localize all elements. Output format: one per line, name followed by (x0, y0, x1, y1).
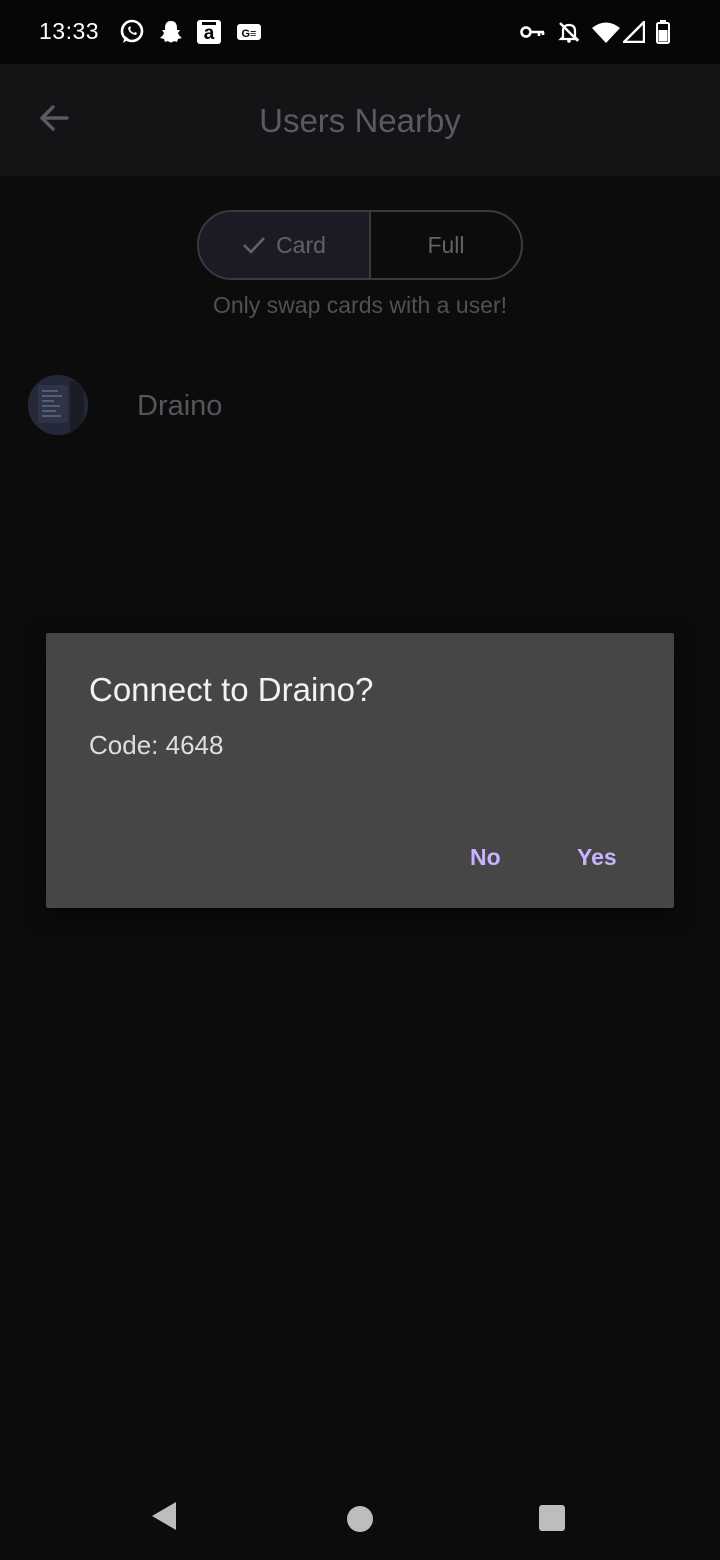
toggle-full-label: Full (427, 231, 465, 258)
list-item[interactable]: Draino (0, 360, 720, 452)
back-icon[interactable] (152, 1502, 176, 1530)
dialog-message: Code: 4648 (89, 730, 224, 760)
dialog-title: Connect to Draino? (89, 671, 374, 708)
snapchat-icon (157, 19, 185, 45)
recents-icon[interactable] (539, 1505, 565, 1531)
amazon-icon: a (196, 19, 222, 45)
no-button[interactable]: No (470, 844, 501, 871)
translate-icon: G≡ (235, 19, 263, 45)
svg-text:G≡: G≡ (242, 28, 257, 40)
whatsapp-icon (118, 19, 146, 45)
yes-button[interactable]: Yes (577, 844, 617, 871)
vpn-key-icon (520, 19, 546, 45)
status-time: 13:33 (39, 18, 100, 44)
wifi-icon (592, 19, 620, 45)
status-bar: 13:33 a G≡ (0, 0, 720, 64)
toggle-card-label: Card (276, 231, 326, 258)
svg-text:a: a (204, 23, 215, 44)
notifications-off-icon (556, 19, 582, 45)
user-name: Draino (137, 390, 223, 422)
app-bar: Users Nearby (0, 64, 720, 176)
navigation-bar (0, 1478, 720, 1560)
page-title: Users Nearby (259, 102, 461, 139)
battery-icon (655, 19, 671, 45)
connect-dialog: Connect to Draino? Code: 4648 No Yes (46, 633, 674, 908)
mode-toggle: Card Full (197, 210, 523, 280)
toggle-card[interactable]: Card (199, 212, 371, 278)
home-icon[interactable] (347, 1506, 373, 1532)
signal-icon (622, 19, 646, 45)
toggle-full[interactable]: Full (371, 212, 521, 278)
check-icon (242, 235, 266, 255)
mode-hint: Only swap cards with a user! (212, 292, 507, 318)
avatar (28, 375, 88, 435)
